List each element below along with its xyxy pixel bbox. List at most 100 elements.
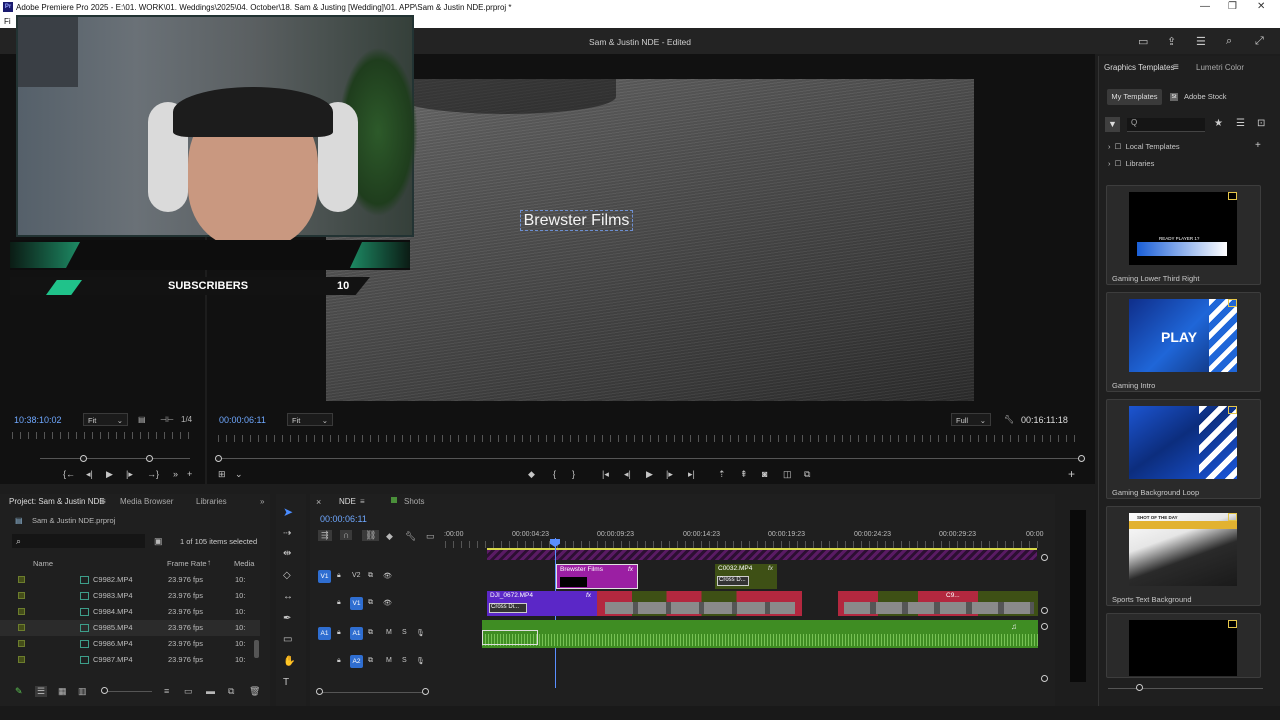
wrench-icon[interactable]: 🔧︎ <box>405 531 416 542</box>
template-card[interactable]: PLAY Gaming Intro <box>1106 292 1261 392</box>
transition-cross-dissolve[interactable]: Cross Di... <box>489 603 527 613</box>
timeline-zoom-bar[interactable] <box>320 692 425 693</box>
sync-icon[interactable]: ⧉ <box>368 629 373 637</box>
selection-tool-icon[interactable]: ➤ <box>283 505 293 519</box>
source-v1-badge[interactable]: V1 <box>318 570 331 583</box>
star-icon[interactable]: ★ <box>1214 118 1223 129</box>
ripple-edit-icon[interactable]: ⇹ <box>283 548 291 559</box>
tab-shots[interactable]: Shots <box>404 497 424 506</box>
graphic-text-overlay[interactable]: Brewster Films <box>520 210 633 231</box>
mute-button[interactable]: M <box>386 629 392 636</box>
chevron-down-icon[interactable]: ⌄ <box>235 469 243 480</box>
snap-icon[interactable]: ∩ <box>340 530 353 540</box>
column-frame-rate[interactable]: Frame Rate <box>167 559 207 568</box>
icon-view-icon[interactable]: ▦ <box>58 686 67 697</box>
project-scrollbar[interactable] <box>254 640 259 658</box>
program-zoom-handle-right[interactable] <box>1078 455 1085 462</box>
solo-button[interactable]: S <box>402 629 407 636</box>
pen-tool-icon[interactable]: ✒ <box>283 613 291 624</box>
checkbox-icon[interactable]: ☐ <box>1115 159 1122 168</box>
list-item[interactable]: C9986.MP4 23.976 fps 10: <box>0 636 260 652</box>
transition-cross-dissolve[interactable]: Cross D... <box>717 576 749 586</box>
pencil-icon[interactable]: ✎ <box>15 686 23 697</box>
settings-icon[interactable]: ▤ <box>138 415 146 424</box>
template-card[interactable]: READY PLAYER 1? Gaming Lower Third Right <box>1106 185 1261 285</box>
timeline-ruler[interactable] <box>445 541 1040 548</box>
lift-icon[interactable]: ⇡ <box>718 469 726 480</box>
thumbnail-size-slider[interactable] <box>1108 688 1263 689</box>
new-folder-icon[interactable]: ⊡ <box>1257 118 1265 129</box>
my-templates-button[interactable]: My Templates <box>1107 89 1162 105</box>
lock-icon[interactable]: 🔒︎ <box>337 629 341 637</box>
source-zoom-handle-left[interactable] <box>80 455 87 462</box>
list-item[interactable]: C9987.MP4 23.976 fps 10: <box>0 652 260 668</box>
list-item[interactable]: C9982.MP4 23.976 fps 10: <box>0 572 260 588</box>
new-item-icon[interactable]: ⧉ <box>228 686 234 697</box>
mark-out-icon[interactable]: →} <box>147 469 159 479</box>
sync-icon[interactable]: ⧉ <box>368 657 373 665</box>
tab-libraries[interactable]: Libraries <box>196 497 227 506</box>
thumbnail-size-handle[interactable] <box>1136 684 1143 691</box>
insert-overwrite-icon[interactable]: ⇶ <box>318 530 332 541</box>
solo-button[interactable]: S <box>402 657 407 664</box>
step-back-icon[interactable]: ◂| <box>86 469 93 480</box>
add-button-icon[interactable]: + <box>1068 467 1075 481</box>
sync-icon[interactable]: ⧉ <box>368 572 373 580</box>
razor-icon[interactable]: ◇ <box>283 570 291 581</box>
zoom-handle[interactable] <box>101 687 108 694</box>
source-a1-badge[interactable]: A1 <box>318 627 331 640</box>
split-icon[interactable]: ⊣⊢ <box>160 415 174 424</box>
add-icon[interactable]: + <box>1255 140 1261 151</box>
list-item[interactable]: C9985.MP4 23.976 fps 10: <box>0 620 260 636</box>
timeline-zoom-left[interactable] <box>316 688 323 695</box>
mark-in-icon[interactable]: {← <box>63 469 75 479</box>
timeline-vscroll-top[interactable] <box>1041 554 1048 561</box>
panels-icon[interactable]: ☰ <box>1196 35 1206 48</box>
more-controls-icon[interactable]: » <box>173 469 178 479</box>
list-item[interactable]: C9983.MP4 23.976 fps 10: <box>0 588 260 604</box>
mute-button[interactable]: M <box>386 657 392 664</box>
vr-icon[interactable]: ⧉ <box>804 469 810 480</box>
program-play-icon[interactable]: ▶ <box>646 469 653 480</box>
adobe-stock-button[interactable]: St Adobe Stock <box>1167 89 1232 105</box>
program-timecode[interactable]: 00:00:06:11 <box>219 415 266 425</box>
timeline-vscroll-a1[interactable] <box>1041 623 1048 630</box>
add-button-icon[interactable]: + <box>187 469 192 479</box>
wrench-icon[interactable]: 🔧︎ <box>1004 415 1014 424</box>
eye-icon[interactable]: 👁︎ <box>383 599 392 607</box>
close-icon[interactable]: × <box>316 497 321 507</box>
tab-lumetri-color[interactable]: Lumetri Color <box>1196 63 1244 72</box>
linked-selection-icon[interactable]: ⛓ <box>362 530 380 541</box>
restore-icon[interactable]: ❐ <box>1228 1 1237 12</box>
fullscreen-icon[interactable]: ⤢ <box>1255 35 1264 48</box>
column-name[interactable]: Name <box>33 559 53 568</box>
source-zoom-bar[interactable] <box>40 458 190 459</box>
step-forward-icon[interactable]: |▸ <box>126 469 133 480</box>
automate-icon[interactable]: ▭ <box>184 686 193 697</box>
program-zoom-handle-left[interactable] <box>215 455 222 462</box>
panel-menu-icon[interactable]: ≡ <box>360 497 365 506</box>
step-back-icon[interactable]: ◂| <box>624 469 631 480</box>
add-marker-icon[interactable]: ◆ <box>386 531 393 542</box>
panel-menu-icon[interactable]: ≡ <box>1173 62 1179 73</box>
list-view-icon[interactable]: ☰ <box>35 686 48 697</box>
bin-icon[interactable]: ▣ <box>154 536 163 547</box>
minimize-icon[interactable]: — <box>1200 1 1210 12</box>
template-card[interactable]: SHOT OF THE DAY Sports Text Background <box>1106 506 1261 606</box>
clip-c0032[interactable]: C0032.MP4 fx Cross D... <box>715 564 777 589</box>
program-fit-dropdown[interactable]: Fit ⌄ <box>287 413 333 426</box>
source-timecode[interactable]: 10:38:10:02 <box>14 415 62 425</box>
eye-icon[interactable]: 👁︎ <box>383 572 392 580</box>
audio-transition[interactable] <box>482 630 538 645</box>
template-card[interactable]: Gaming Background Loop <box>1106 399 1261 499</box>
source-zoom-handle-right[interactable] <box>146 455 153 462</box>
clip-brewster-films[interactable]: Brewster Films fx <box>556 564 638 589</box>
captions-icon[interactable]: ▭ <box>426 531 435 542</box>
tree-item-libraries[interactable]: › ☐ Libraries <box>1108 159 1154 168</box>
source-ruler[interactable] <box>12 432 192 439</box>
tab-nde[interactable]: NDE <box>339 497 356 506</box>
template-search-input[interactable]: Q <box>1127 118 1205 132</box>
compare-icon[interactable]: ◫ <box>783 469 792 480</box>
new-bin-icon[interactable]: ▬ <box>206 686 215 696</box>
clip-group-v1-end[interactable]: C9... <box>838 591 1038 616</box>
